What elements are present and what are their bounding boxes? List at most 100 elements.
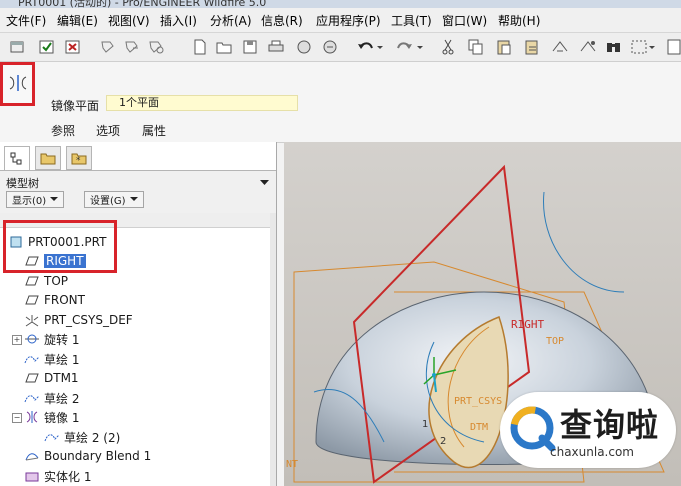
tree-item-mirror[interactable]: 镜像 1: [24, 408, 79, 426]
top-plane-label: TOP: [546, 336, 564, 347]
mirror-plane-collector[interactable]: 1个平面: [106, 95, 298, 111]
select-filter-icon[interactable]: [146, 37, 166, 57]
send-mail-icon[interactable]: [294, 37, 314, 57]
model-tree-icon: [10, 152, 22, 164]
revolve-icon: [24, 331, 40, 347]
mirror-plane-label: 镜像平面: [51, 99, 100, 113]
select-list-icon[interactable]: [122, 37, 142, 57]
regenerate-icon[interactable]: [550, 37, 570, 57]
model-tree-label: 模型树: [6, 177, 39, 190]
tree-item-front[interactable]: FRONT: [24, 291, 85, 309]
tab-favorites[interactable]: *: [66, 146, 92, 170]
paste-special-icon[interactable]: [522, 37, 542, 57]
front-plane-label: NT: [286, 459, 298, 470]
mirror-tool-button[interactable]: [0, 62, 35, 106]
settings-button[interactable]: 设置(G): [84, 191, 144, 208]
tree-scrollbar[interactable]: [270, 213, 276, 486]
menu-tools[interactable]: 工具(T): [391, 12, 432, 29]
datum-plane-icon: [24, 273, 40, 289]
dimension-label-2: 2: [440, 436, 446, 447]
tree-item-sketch1[interactable]: 草绘 1: [24, 350, 79, 368]
menu-insert[interactable]: 插入(I): [160, 12, 197, 29]
mirror-icon: [24, 409, 40, 425]
tree-item-label: Boundary Blend 1: [44, 449, 152, 463]
chevron-down-icon: [129, 197, 138, 201]
watermark-badge: 查询啦 chaxunla.com: [500, 392, 676, 468]
tree-item-label: DTM1: [44, 371, 79, 385]
expand-toggle-mirror[interactable]: −: [12, 413, 22, 423]
sketch-icon: [44, 429, 60, 445]
tree-item-label: RIGHT: [44, 254, 86, 268]
close-window-icon[interactable]: [63, 37, 83, 57]
tree-item-boundary-blend[interactable]: Boundary Blend 1: [24, 447, 151, 465]
menu-info[interactable]: 信息(R): [261, 12, 303, 29]
copy-icon[interactable]: [466, 37, 486, 57]
tree-item-label: 旋转 1: [44, 332, 80, 347]
print-icon[interactable]: [266, 37, 286, 57]
menu-view[interactable]: 视图(V): [108, 12, 150, 29]
panel-menu-arrow-icon[interactable]: [260, 175, 269, 189]
solidify-icon: [24, 468, 40, 484]
tree-item-csys[interactable]: PRT_CSYS_DEF: [24, 311, 133, 329]
datum-plane-icon: [24, 370, 40, 386]
dimension-label-1: 1: [422, 419, 428, 430]
part-icon: [8, 234, 24, 250]
select-tool-icon[interactable]: [98, 37, 118, 57]
new-file-icon[interactable]: [190, 37, 210, 57]
menu-analysis[interactable]: 分析(A): [210, 12, 252, 29]
mirror-icon: [7, 74, 29, 95]
csys-label: PRT_CSYS: [454, 396, 502, 407]
toolbar-extra-icon[interactable]: [664, 37, 681, 57]
selection-box-icon[interactable]: [630, 37, 656, 57]
tree-column-header: [0, 213, 270, 228]
tree-item-sketch2-copy[interactable]: 草绘 2 (2): [44, 428, 120, 446]
sketch-icon: [24, 390, 40, 406]
tree-item-solidify[interactable]: 实体化 1: [24, 467, 91, 485]
boundary-blend-icon: [24, 448, 40, 464]
tree-item-label: PRT_CSYS_DEF: [44, 313, 133, 327]
tab-model-tree[interactable]: [4, 146, 30, 170]
send-link-icon[interactable]: [320, 37, 340, 57]
tree-item-dtm1[interactable]: DTM1: [24, 369, 79, 387]
settings-button-label: 设置(G): [90, 196, 126, 207]
folder-icon: [40, 153, 56, 165]
sketch-icon: [24, 351, 40, 367]
regen-manager-icon[interactable]: [578, 37, 598, 57]
coordinate-system-icon: [24, 312, 40, 328]
tree-item-revolve[interactable]: 旋转 1: [24, 330, 79, 348]
find-icon[interactable]: [604, 37, 624, 57]
menu-help[interactable]: 帮助(H): [498, 12, 540, 29]
main-toolbar: [0, 33, 681, 62]
svg-text:*: *: [76, 156, 81, 165]
menu-window[interactable]: 窗口(W): [442, 12, 487, 29]
tree-item-right[interactable]: RIGHT: [24, 252, 86, 270]
tree-item-label: 实体化 1: [44, 469, 92, 484]
tab-folder-browser[interactable]: [35, 146, 61, 170]
watermark-brand: 查询啦: [560, 406, 660, 444]
new-window-icon[interactable]: [8, 37, 28, 57]
expand-toggle-revolve[interactable]: +: [12, 335, 22, 345]
tree-item-top[interactable]: TOP: [24, 272, 68, 290]
cut-icon[interactable]: [438, 37, 458, 57]
paste-icon[interactable]: [494, 37, 514, 57]
menu-edit[interactable]: 编辑(E): [57, 12, 98, 29]
menu-applications[interactable]: 应用程序(P): [316, 12, 381, 29]
checkbox-window-icon[interactable]: [37, 37, 57, 57]
undo-icon[interactable]: [356, 37, 384, 57]
show-button[interactable]: 显示(0): [6, 191, 65, 208]
chevron-down-icon: [50, 197, 59, 201]
tree-item-label: PRT0001.PRT: [28, 235, 107, 249]
datum-plane-icon: [24, 292, 40, 308]
redo-icon[interactable]: [396, 37, 424, 57]
tree-item-part[interactable]: PRT0001.PRT: [8, 233, 106, 251]
tab-properties[interactable]: 属性: [142, 122, 166, 139]
menu-file[interactable]: 文件(F): [6, 12, 46, 29]
menu-bar: 文件(F) 编辑(E) 视图(V) 插入(I) 分析(A) 信息(R) 应用程序…: [0, 8, 681, 33]
title-bar: PRT0001 (活动的) - Pro/ENGINEER Wildfire 5.…: [0, 0, 681, 8]
open-file-icon[interactable]: [214, 37, 234, 57]
tab-options[interactable]: 选项: [96, 122, 120, 139]
save-icon[interactable]: [240, 37, 260, 57]
dtm-label: DTM: [470, 422, 488, 433]
tab-references[interactable]: 参照: [51, 122, 75, 139]
tree-item-sketch2[interactable]: 草绘 2: [24, 389, 79, 407]
